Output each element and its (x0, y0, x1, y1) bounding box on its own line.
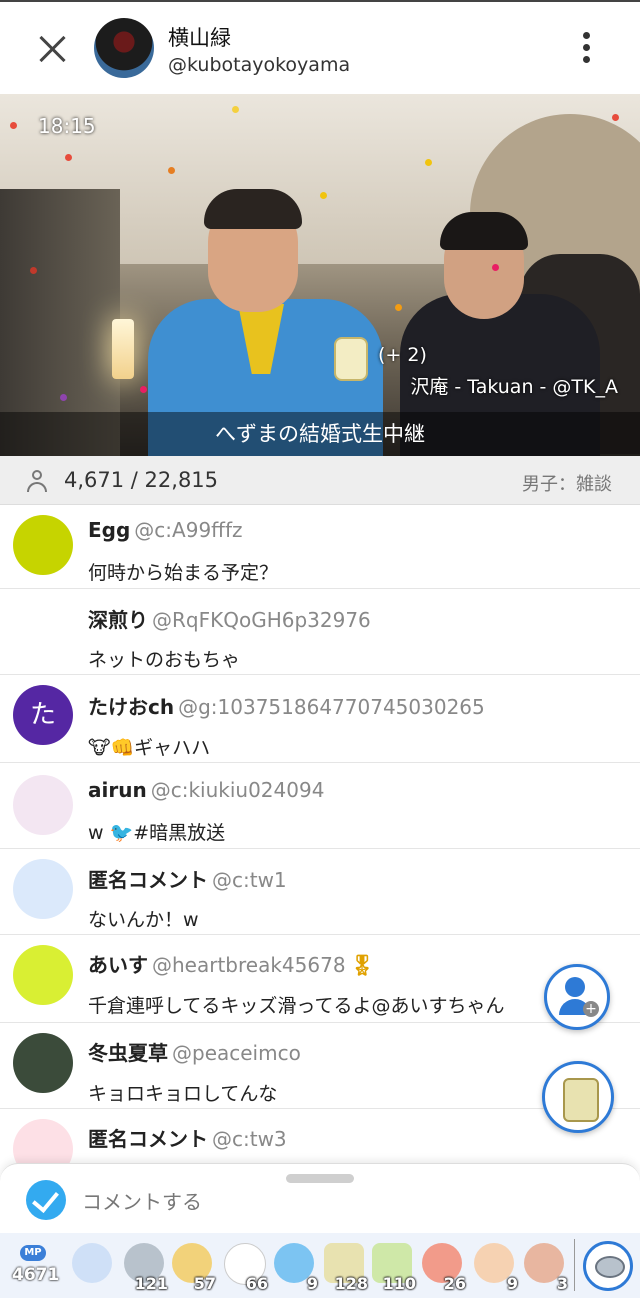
comment-text: ネットのおもちゃ (88, 649, 241, 671)
comment-list[interactable]: Egg @c:A99fffz 何時から始まる予定？ 深煎り @RqFKQoGH6p3… (0, 505, 640, 1165)
user-avatar[interactable] (13, 945, 73, 1005)
tea-mascot-icon (563, 1078, 599, 1122)
comment-userid: @RqFKQoGH6p32976 (152, 608, 371, 632)
snowman-gift-icon[interactable]: 66 (220, 1241, 268, 1293)
comment-item[interactable]: あいす @heartbreak45678 🎖 千倉連呼してるキッズ滑ってるよ@あいす… (0, 935, 640, 1023)
viewer-icon (26, 470, 48, 492)
video-player[interactable]: 18:15 (+ 2) 沢庵 - Takuan - @TK_A へずまの結婚式生… (0, 94, 640, 456)
gift-sender: 沢庵 - Takuan - @TK_A (410, 376, 618, 398)
pompom-gift-icon[interactable]: 57 (168, 1241, 216, 1293)
user-avatar[interactable] (13, 775, 73, 835)
comment-username: たけおch (88, 695, 175, 719)
follow-button[interactable]: + (544, 964, 610, 1030)
user-avatar[interactable] (13, 859, 73, 919)
smile-gift-icon[interactable] (68, 1241, 116, 1291)
comment-text: 千倉連呼してるキッズ滑ってるよ@あいすちゃん (88, 995, 505, 1017)
comment-userid: @c:tw1 (212, 868, 287, 892)
comment-text: w 🐦#暗黒放送 (88, 822, 226, 844)
comment-userid: @c:tw3 (212, 1127, 287, 1151)
viewer-count: 4,671 / 22,815 (64, 468, 219, 492)
clap-gift-icon[interactable]: 9 (470, 1241, 518, 1293)
gift-bar: MP 4671 121 57 66 9 128 110 26 9 3 (0, 1233, 640, 1298)
user-avatar[interactable] (13, 515, 73, 575)
comment-userid: @heartbreak45678 (152, 953, 346, 977)
coin-gift-icon[interactable]: 121 (120, 1241, 168, 1293)
add-user-icon (565, 977, 585, 997)
comment-username: 深煎り (88, 608, 148, 632)
comment-text: 🐮👊ギャハハ (88, 737, 211, 759)
cake-gift-icon[interactable]: 3 (520, 1241, 568, 1293)
comment-text: キョロキョロしてんな (88, 1083, 278, 1105)
medal-icon: 🎖 (349, 953, 375, 977)
comment-userid: @c:A99fffz (134, 518, 243, 542)
comment-text: 何時から始まる予定？ (88, 562, 279, 584)
comment-item[interactable]: 匿名コメント @c:tw3 (0, 1109, 640, 1165)
tea-gift-icon[interactable]: 128 (320, 1241, 368, 1293)
stats-bar: 4,671 / 22,815 男子：雑談 (0, 456, 640, 505)
video-time: 18:15 (38, 114, 96, 138)
fireworks-gift-icon[interactable]: 9 (270, 1241, 318, 1293)
user-avatar[interactable] (13, 1033, 73, 1093)
comment-text: ないんか！w (88, 909, 199, 931)
coin-button[interactable] (583, 1241, 633, 1291)
comment-username: 匿名コメント (88, 868, 208, 892)
broadcaster-handle: @kubotayokoyama (168, 54, 351, 76)
comment-item[interactable]: 匿名コメント @c:tw1 ないんか！w (0, 849, 640, 935)
sushi-gift-icon[interactable]: 26 (418, 1241, 466, 1293)
comment-userid: @c:kiukiu024094 (150, 778, 325, 802)
comment-username: 匿名コメント (88, 1127, 208, 1151)
gift-count: (+ 2) (378, 344, 427, 366)
stream-title: へずまの結婚式生中継 (0, 412, 640, 456)
comment-username: airun (88, 778, 147, 802)
comment-item[interactable]: Egg @c:A99fffz 何時から始まる予定？ (0, 505, 640, 589)
comment-item[interactable]: た たけおch @g:1037518647707450302​65 🐮👊ギャハハ (0, 675, 640, 763)
tea10-gift-icon[interactable]: 110 (368, 1241, 416, 1293)
tea-gift-icon (334, 337, 368, 381)
broadcaster-name[interactable]: 横山緑 (168, 22, 231, 52)
mp-value: 4671 (12, 1265, 60, 1285)
divider (574, 1239, 575, 1291)
comment-username: 冬虫夏草 (88, 1041, 168, 1065)
user-avatar[interactable] (13, 1119, 73, 1165)
user-avatar[interactable]: た (13, 685, 73, 745)
comment-username: あいす (88, 953, 148, 977)
drag-handle[interactable] (286, 1174, 354, 1183)
stream-category[interactable]: 男子：雑談 (522, 470, 612, 496)
comment-item[interactable]: 深煎り @RqFKQoGH6p32976 ネットのおもちゃ (0, 589, 640, 675)
check-icon[interactable] (26, 1180, 66, 1220)
more-options-icon[interactable] (576, 32, 596, 68)
mp-badge: MP (20, 1245, 46, 1261)
top-bar: 横山緑 @kubotayokoyama (0, 0, 640, 94)
comment-username: Egg (88, 518, 131, 542)
tea-gift-button[interactable] (542, 1061, 614, 1133)
close-icon[interactable] (36, 32, 70, 66)
comment-userid: @g:1037518647707450302​65 (178, 695, 485, 719)
broadcaster-avatar[interactable] (94, 18, 154, 78)
comment-userid: @peaceimco (172, 1041, 301, 1065)
comment-input[interactable]: コメントする (82, 1186, 202, 1215)
comment-item[interactable]: airun @c:kiukiu024094 w 🐦#暗黒放送 (0, 763, 640, 849)
comment-composer[interactable]: コメントする (0, 1163, 640, 1234)
